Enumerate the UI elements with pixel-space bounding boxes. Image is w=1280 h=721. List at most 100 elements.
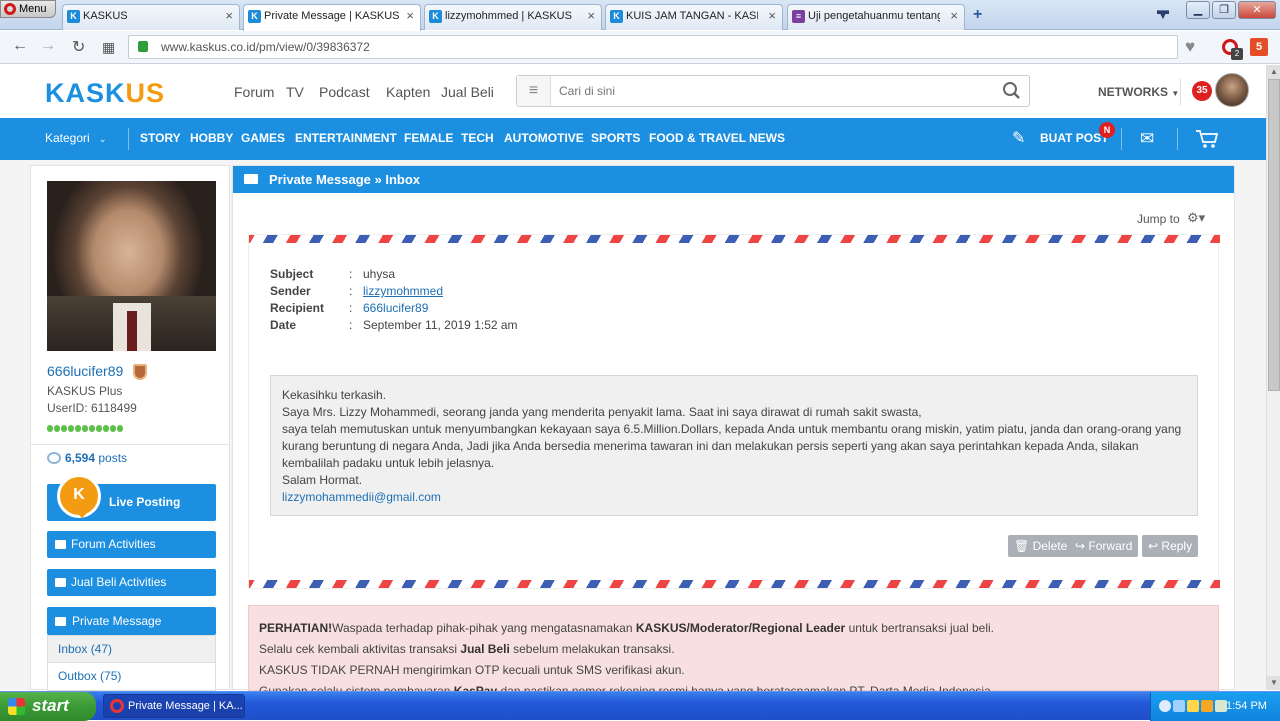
html5-extension-icon[interactable]: 5 — [1250, 38, 1268, 56]
browser-tab-strip: Menu K KASKUS × K Private Message | KASKUS ×… — [0, 0, 1280, 31]
sender-link[interactable]: lizzymohmmed — [363, 284, 443, 298]
gear-icon[interactable]: ⚙▾ — [1187, 210, 1205, 226]
cat-sports[interactable]: SPORTS — [591, 131, 640, 145]
cat-female[interactable]: FEMALE — [404, 131, 453, 145]
profile-username[interactable]: 666lucifer89 — [47, 363, 123, 379]
reply-icon: ↩ — [1148, 539, 1159, 553]
minimize-button[interactable]: ▁ — [1186, 1, 1210, 19]
jump-to-label[interactable]: Jump to — [1137, 212, 1180, 226]
tab-kaskus[interactable]: K KASKUS × — [62, 4, 240, 30]
message-body: Kekasihku terkasih. Saya Mrs. Lizzy Moha… — [270, 375, 1198, 516]
warning-box: PERHATIAN!Waspada terhadap pihak-pihak y… — [248, 605, 1219, 698]
security-icon[interactable] — [1201, 700, 1213, 712]
tab-kuis-jam-tangan[interactable]: KKUIS JAM TANGAN - KASKUS× — [605, 4, 783, 30]
scrollbar-thumb[interactable] — [1268, 79, 1280, 391]
networks-dropdown[interactable]: NETWORKS ▼ — [1098, 85, 1179, 99]
cat-automotive[interactable]: AUTOMOTIVE — [504, 131, 584, 145]
cart-icon[interactable] — [1195, 128, 1219, 150]
close-tab-icon[interactable]: × — [950, 5, 958, 27]
cat-news[interactable]: NEWS — [749, 131, 785, 145]
clock[interactable]: 1:54 PM — [1226, 700, 1267, 712]
post-count[interactable]: 6,594 posts — [47, 451, 127, 465]
cat-tech[interactable]: TECH — [461, 131, 494, 145]
scroll-up-icon[interactable]: ▲ — [1267, 65, 1280, 79]
hamburger-icon[interactable]: ≡ — [517, 76, 551, 106]
close-tab-icon[interactable]: × — [406, 5, 414, 27]
chevron-down-icon: ⌄ — [99, 134, 107, 144]
notification-badge[interactable]: 35 — [1192, 81, 1212, 101]
rank-badge-icon — [133, 364, 147, 380]
divider — [1177, 128, 1178, 150]
cat-food-travel[interactable]: FOOD & TRAVEL — [649, 131, 746, 145]
new-tab-button[interactable]: + — [973, 6, 982, 24]
nav-podcast[interactable]: Podcast — [319, 84, 370, 100]
message-line: Saya Mrs. Lizzy Mohammedi, seorang janda… — [282, 405, 922, 419]
nav-forum[interactable]: Forum — [234, 84, 274, 100]
nav-tv[interactable]: TV — [286, 84, 304, 100]
close-tab-icon[interactable]: × — [225, 5, 233, 27]
jual-beli-activities-button[interactable]: Jual Beli Activities — [47, 569, 216, 596]
kaskus-icon: K — [610, 10, 623, 23]
user-id: UserID: 6118499 — [47, 401, 137, 415]
reload-icon[interactable]: ↻ — [72, 37, 85, 57]
quiz-icon: ≡ — [792, 10, 805, 23]
forward-button[interactable]: ↪ Forward — [1069, 535, 1139, 557]
opera-icon — [4, 3, 16, 15]
email-link[interactable]: lizzymohammedii@gmail.com — [282, 489, 1186, 506]
tab-private-message[interactable]: K Private Message | KASKUS × — [243, 4, 421, 31]
pm-breadcrumb-bar: Private Message » Inbox — [233, 166, 1234, 193]
extension-badge: 2 — [1231, 48, 1243, 60]
reply-button[interactable]: ↩ Reply — [1142, 535, 1199, 557]
restore-button[interactable]: ❐ — [1212, 1, 1236, 19]
start-button[interactable]: start — [0, 692, 96, 721]
taskbar-item-opera[interactable]: Private Message | KA... — [103, 694, 245, 718]
tie-shape — [127, 311, 137, 351]
profile-picture[interactable] — [47, 181, 216, 351]
vertical-scrollbar[interactable]: ▲ ▼ — [1266, 65, 1280, 690]
back-icon[interactable]: ← — [12, 37, 28, 55]
close-tab-icon[interactable]: × — [587, 5, 595, 27]
colon: : — [349, 301, 353, 315]
speed-dial-icon[interactable]: ▦ — [102, 39, 115, 56]
nav-jual-beli[interactable]: Jual Beli — [441, 84, 494, 100]
bookmark-heart-icon[interactable]: ♥ — [1185, 37, 1195, 57]
url-field[interactable]: www.kaskus.co.id/pm/view/0/39836372 — [128, 35, 1178, 59]
cat-hobby[interactable]: HOBBY — [190, 131, 233, 145]
colon: : — [349, 284, 353, 298]
recipient-link[interactable]: 666lucifer89 — [363, 301, 428, 315]
cat-entertainment[interactable]: ENTERTAINMENT — [295, 131, 397, 145]
windows-logo-icon — [8, 698, 25, 715]
cat-games[interactable]: GAMES — [241, 131, 285, 145]
forward-icon: ↪ — [1075, 539, 1086, 553]
opera-menu-button[interactable]: Menu — [0, 0, 56, 18]
search-input[interactable] — [559, 81, 989, 101]
windows-taskbar: start Private Message | KA... 1:54 PM — [0, 691, 1280, 721]
tab-menu-icon[interactable]: ▬ ▼ — [1157, 4, 1171, 21]
scroll-down-icon[interactable]: ▼ — [1267, 676, 1280, 690]
user-avatar[interactable] — [1215, 73, 1249, 107]
forward-icon[interactable]: → — [40, 37, 56, 55]
buat-post-button[interactable]: BUAT POST — [1040, 131, 1108, 145]
close-window-button[interactable]: ✕ — [1238, 1, 1276, 19]
site-header: KASKUS Forum TV Podcast Kapten Jual Beli… — [0, 65, 1266, 118]
message-card: Subject : uhysa Sender : lizzymohmmed Re… — [248, 234, 1220, 589]
tab-uji-pengetahuan[interactable]: ≡ Uji pengetahuanmu tentang × — [787, 4, 965, 30]
kategori-dropdown[interactable]: Kategori ⌄ — [45, 131, 107, 145]
private-message-button[interactable]: Private Message — [47, 607, 216, 635]
outbox-link[interactable]: Outbox (75) — [47, 663, 216, 691]
nav-kapten[interactable]: Kapten — [386, 84, 430, 100]
tab-lizzymohmmed[interactable]: Klizzymohmmed | KASKUS × — [424, 4, 602, 30]
delete-button[interactable]: 🗑 Delete — [1008, 535, 1074, 557]
close-tab-icon[interactable]: × — [768, 5, 776, 27]
inbox-link[interactable]: Inbox (47) — [47, 635, 216, 663]
network-icon[interactable] — [1173, 700, 1185, 712]
forum-activities-button[interactable]: Forum Activities — [47, 531, 216, 558]
search-icon[interactable] — [1001, 80, 1023, 102]
message-envelope-icon[interactable]: ✉ — [1140, 129, 1154, 149]
volume-icon[interactable] — [1187, 700, 1199, 712]
cat-story[interactable]: STORY — [140, 131, 181, 145]
chevron-down-icon: ▼ — [1171, 89, 1180, 98]
tray-arrow-icon[interactable] — [1159, 700, 1171, 712]
kaskus-logo[interactable]: KASKUS — [45, 78, 165, 109]
breadcrumb[interactable]: Private Message » Inbox — [269, 172, 420, 187]
